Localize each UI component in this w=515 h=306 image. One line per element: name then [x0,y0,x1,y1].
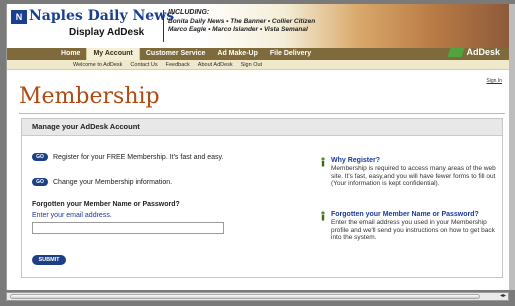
account-panel: Manage your AdDesk Account GO Register f… [21,118,503,278]
help-title-why-register[interactable]: Why Register? [331,157,499,165]
including-line-1: Bonita Daily News • The Banner • Collier… [168,17,316,25]
info-figure-icon [321,211,325,221]
including-label: INCLUDING: [168,9,210,16]
help-body-forgot: Enter the email address you used in your… [331,219,495,241]
email-label: Enter your email address. [32,212,112,219]
subnav-sign-out[interactable]: Sign Out [237,62,266,68]
nav-tab-my-account[interactable]: My Account [86,48,140,60]
adesk-brand: AdDesk [448,45,500,59]
help-title-forgot[interactable]: Forgotten your Member Name or Password? [331,211,499,219]
forgot-title: Forgotten your Member Name or Password? [32,201,180,208]
nav-tab-home[interactable]: Home [55,48,86,60]
sub-nav: Welcome to AdDesk Contact Us Feedback Ab… [7,60,510,70]
including-line-2: Marco Eagle • Marco Islander • Vista Sem… [168,26,308,33]
newspaper-logo-icon: N [11,10,27,24]
main-nav: Home My Account Customer Service Ad Make… [7,45,510,60]
change-info-row: GO Change your Membership information. [32,178,172,186]
adesk-logo-icon [448,47,465,57]
help-why-register: Why Register? Membership is required to … [319,157,499,188]
nav-tab-customer-service[interactable]: Customer Service [140,48,212,60]
browser-page: N Naples Daily News Display AdDesk INCLU… [6,4,511,290]
title-divider [19,113,505,114]
email-input[interactable] [32,222,224,234]
logo-subtitle: Display AdDesk [69,27,145,38]
nav-tab-file-delivery[interactable]: File Delivery [264,48,317,60]
change-info-go-button[interactable]: GO [32,178,48,186]
nav-tab-ad-make-up[interactable]: Ad Make-Up [211,48,263,60]
logo-name: Naples Daily News [29,8,175,24]
change-info-text: Change your Membership information. [53,178,173,186]
register-row: GO Register for your FREE Membership. It… [32,153,223,161]
subnav-contact-us[interactable]: Contact Us [126,62,161,68]
adesk-brand-label: AdDesk [466,47,500,57]
panel-heading: Manage your AdDesk Account [22,119,502,136]
site-logo[interactable]: N Naples Daily News Display AdDesk [9,8,174,44]
info-figure-icon [321,157,325,167]
help-body-why-register: Membership is required to access many ar… [331,165,496,187]
register-go-button[interactable]: GO [32,153,48,161]
submit-button[interactable]: SUBMIT [32,255,66,265]
subnav-about-adesk[interactable]: About AdDesk [194,62,237,68]
sign-in-link[interactable]: Sign In [486,78,502,84]
including-publications: INCLUDING: Bonita Daily News • The Banne… [168,9,315,35]
scrollbar-thumb[interactable] [10,294,480,299]
page-title: Membership [19,84,160,109]
help-forgot: Forgotten your Member Name or Password? … [319,211,499,242]
horizontal-scrollbar[interactable]: ◂▸ [6,292,509,301]
site-header: N Naples Daily News Display AdDesk INCLU… [7,4,510,48]
scroll-arrows-icon[interactable]: ◂▸ [500,293,506,300]
subnav-feedback[interactable]: Feedback [162,62,194,68]
register-text: Register for your FREE Membership. It's … [53,153,224,161]
vertical-scrollbar-track[interactable] [509,4,515,290]
header-divider [163,10,164,42]
subnav-welcome[interactable]: Welcome to AdDesk [69,62,126,68]
